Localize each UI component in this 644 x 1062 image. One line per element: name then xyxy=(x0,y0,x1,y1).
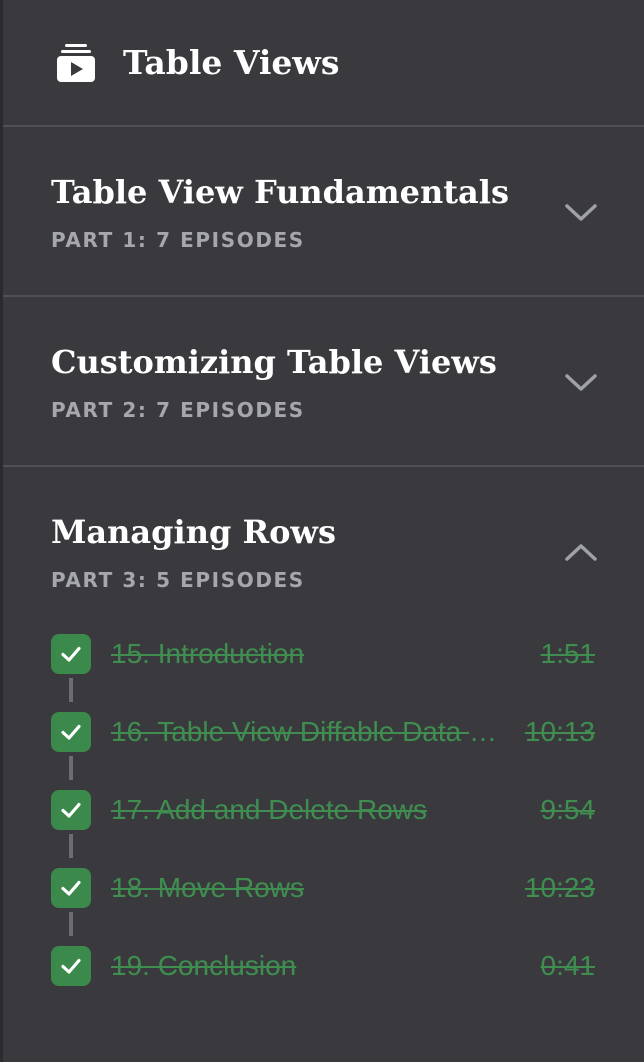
part-episode-count: PART 2: 7 EPISODES xyxy=(51,398,305,422)
episode-duration: 0:41 xyxy=(540,950,596,981)
part-title[interactable]: Managing Rows xyxy=(51,511,336,553)
completed-check-icon[interactable] xyxy=(51,868,91,908)
course-title: Table Views xyxy=(123,43,340,82)
episode-row[interactable]: 16. Table View Diffable Data Source 10:1… xyxy=(3,695,644,752)
episode-title[interactable]: 19. Conclusion xyxy=(111,947,515,985)
episode-title[interactable]: 16. Table View Diffable Data Source xyxy=(111,713,515,751)
completed-check-icon[interactable] xyxy=(51,634,91,674)
episode-row[interactable]: 17. Add and Delete Rows 9:54 xyxy=(3,773,644,830)
episode-title[interactable]: 17. Add and Delete Rows xyxy=(111,791,515,829)
episode-duration: 9:54 xyxy=(540,794,596,825)
chevron-down-icon[interactable] xyxy=(561,367,601,397)
episode-duration: 10:13 xyxy=(524,716,595,747)
completed-check-icon[interactable] xyxy=(51,946,91,986)
episode-row[interactable]: 19. Conclusion 0:41 xyxy=(3,929,644,986)
part-section-2[interactable]: Customizing Table Views PART 2: 7 EPISOD… xyxy=(3,297,644,467)
episode-title[interactable]: 18. Move Rows xyxy=(111,869,515,907)
course-sidebar: Table Views Table View Fundamentals PART… xyxy=(0,0,644,1062)
chevron-down-icon[interactable] xyxy=(561,197,601,227)
part-section-1[interactable]: Table View Fundamentals PART 1: 7 EPISOD… xyxy=(3,127,644,297)
completed-check-icon[interactable] xyxy=(51,790,91,830)
part-episode-count: PART 1: 7 EPISODES xyxy=(51,228,305,252)
part-title[interactable]: Customizing Table Views xyxy=(51,341,497,383)
episode-row[interactable]: 18. Move Rows 10:23 xyxy=(3,851,644,908)
episode-row[interactable]: 15. Introduction 1:51 xyxy=(3,617,644,674)
part-section-3[interactable]: Managing Rows PART 3: 5 EPISODES 15. Int… xyxy=(3,467,644,1062)
episode-title[interactable]: 15. Introduction xyxy=(111,635,515,673)
chevron-up-icon[interactable] xyxy=(561,537,601,567)
episode-duration: 1:51 xyxy=(540,638,596,669)
part-title[interactable]: Table View Fundamentals xyxy=(51,171,509,213)
part-episode-count: PART 3: 5 EPISODES xyxy=(51,568,305,592)
episode-duration: 10:23 xyxy=(524,872,595,903)
course-header: Table Views xyxy=(3,0,644,127)
episode-list: 15. Introduction 1:51 16. Table View Dif… xyxy=(3,617,644,1017)
video-library-icon xyxy=(55,42,97,84)
completed-check-icon[interactable] xyxy=(51,712,91,752)
